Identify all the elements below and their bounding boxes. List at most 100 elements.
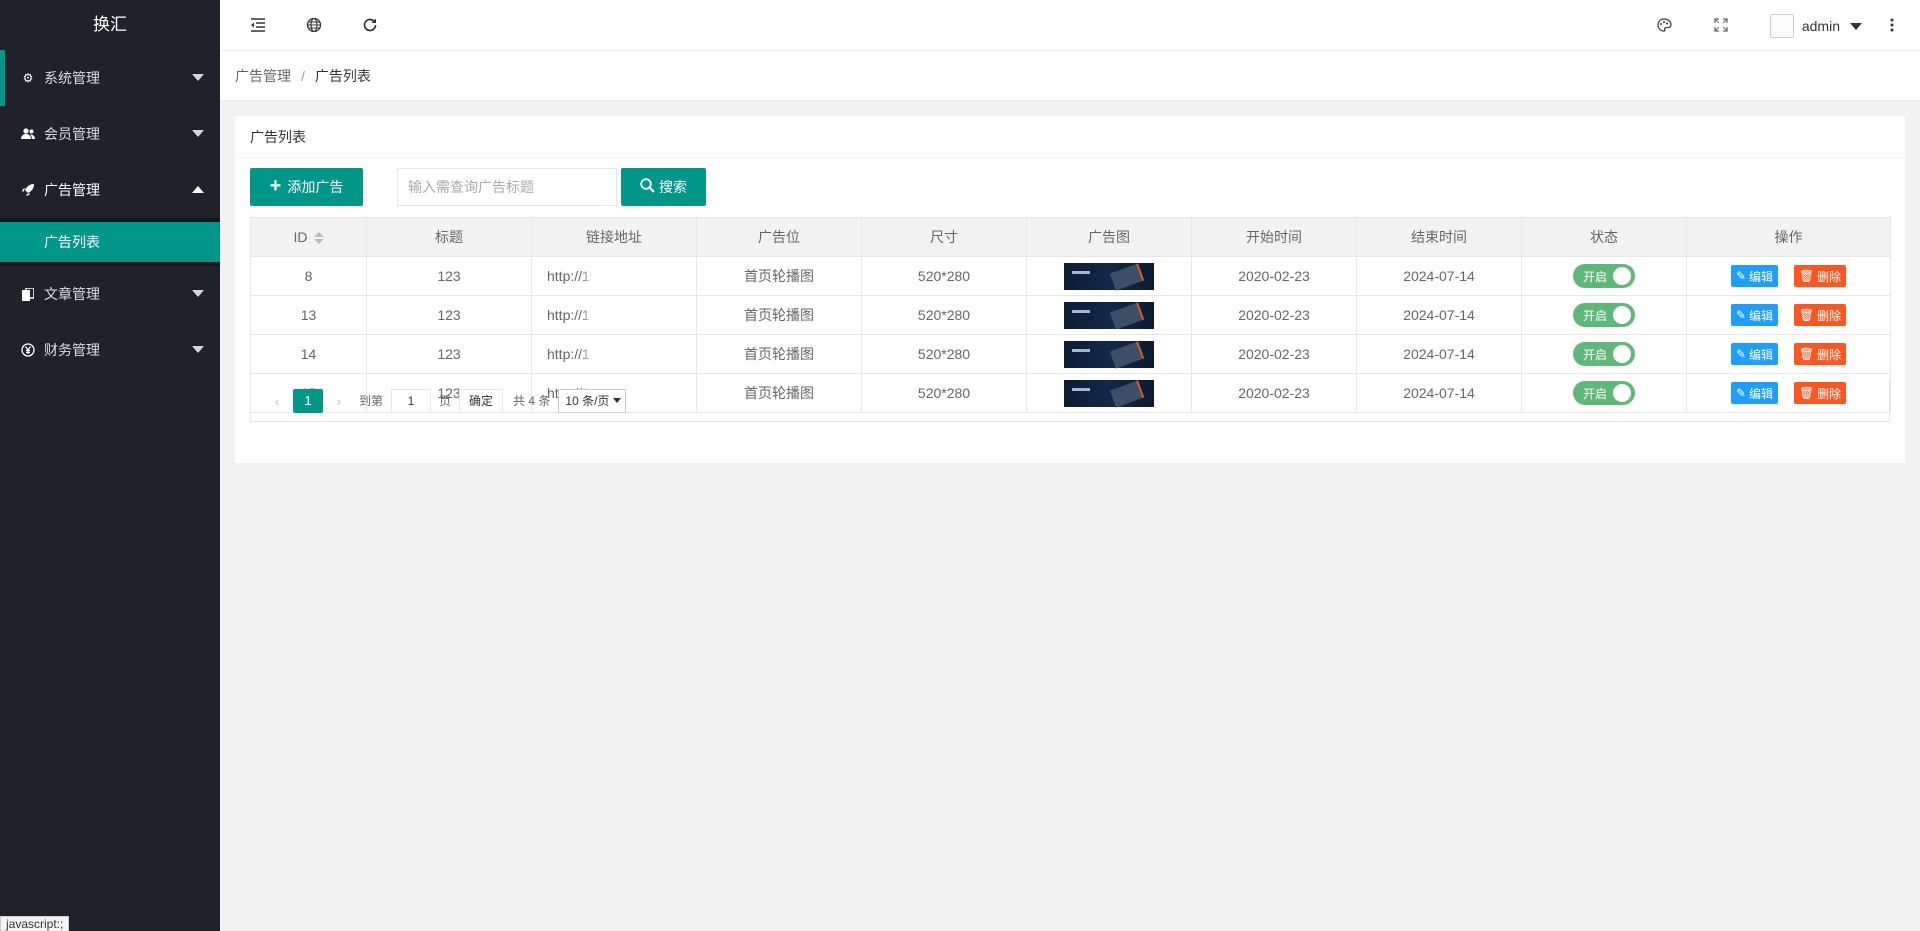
col-header-title: 标题: [366, 217, 532, 257]
menu-collapse-icon[interactable]: [248, 15, 268, 35]
username: admin: [1801, 18, 1840, 34]
status-toggle[interactable]: 开启: [1573, 264, 1635, 288]
pencil-icon: ✎: [1735, 308, 1746, 322]
edit-button[interactable]: ✎ 编辑: [1730, 265, 1778, 287]
sidebar-item-system[interactable]: ⚙ 系统管理: [0, 50, 220, 106]
goto-label: 到第: [359, 394, 384, 408]
cell-size: 520*280: [861, 295, 1027, 335]
col-header-position: 广告位: [696, 217, 862, 257]
app-logo: 换汇: [0, 0, 220, 50]
table-header-row: ID 标题 链接地址 广告位 尺寸 广告图 开始时间 结束时间 状态 操作: [250, 217, 1891, 257]
sidebar-item-label: 会员管理: [44, 126, 100, 142]
cell-status: 开启: [1521, 295, 1687, 335]
sidebar: 换汇 ⚙ 系统管理 会员管理 广告管理 广告列表 文章管理 财务管理: [0, 0, 220, 931]
refresh-icon[interactable]: [360, 15, 380, 35]
pagination: ‹ 1 › 到第 1 页 确定 共 4 条 10 条/页: [250, 380, 1890, 422]
submenu: 广告列表: [0, 218, 220, 262]
user-menu[interactable]: admin: [1769, 13, 1862, 39]
cell-title: 123: [366, 334, 532, 374]
status-toggle[interactable]: 开启: [1573, 303, 1635, 327]
col-header-end: 结束时间: [1356, 217, 1522, 257]
delete-button[interactable]: 🗑 删除: [1793, 304, 1847, 326]
search-icon: [640, 178, 655, 196]
search-button[interactable]: 搜索: [621, 168, 706, 206]
more-vertical-icon[interactable]: [1882, 15, 1902, 35]
add-ad-label: 添加广告: [287, 179, 344, 195]
sidebar-item-label: 系统管理: [44, 70, 100, 86]
chevron-down-icon: [192, 130, 204, 137]
cell-id: 13: [250, 295, 367, 335]
pencil-icon: ✎: [1735, 269, 1746, 283]
redaction-blur: [587, 261, 667, 292]
sidebar-item-label: 文章管理: [44, 286, 100, 302]
sidebar-item-articles[interactable]: 文章管理: [0, 266, 220, 322]
cell-size: 520*280: [861, 334, 1027, 374]
avatar: [1769, 14, 1794, 38]
plus-icon: +: [269, 175, 282, 197]
col-header-image: 广告图: [1026, 217, 1192, 257]
chevron-down-icon: [192, 74, 204, 81]
cell-url: http://1...: [531, 295, 697, 335]
globe-icon[interactable]: [304, 15, 324, 35]
card-title: 广告列表: [235, 116, 1905, 158]
fullscreen-icon[interactable]: [1711, 15, 1731, 35]
cell-image: [1026, 334, 1192, 374]
cell-url: http://192.168.1...: [531, 256, 697, 296]
cell-position: 首页轮播图: [696, 256, 862, 296]
cell-image: [1026, 256, 1192, 296]
add-ad-button[interactable]: + 添加广告: [250, 168, 363, 206]
pencil-icon: ✎: [1735, 347, 1746, 361]
col-header-url: 链接地址: [531, 217, 697, 257]
total-count: 共 4 条: [513, 394, 551, 408]
copy-icon: [20, 286, 36, 302]
toggle-knob: [1613, 345, 1631, 363]
cell-start: 2020-02-23: [1191, 256, 1357, 296]
delete-button[interactable]: 🗑 删除: [1793, 265, 1847, 287]
cell-actions: ✎ 编辑 🗑 删除: [1686, 256, 1891, 296]
page-current[interactable]: 1: [293, 388, 323, 413]
col-header-size: 尺寸: [861, 217, 1027, 257]
breadcrumb-separator: /: [301, 67, 305, 84]
cell-end: 2024-07-14: [1356, 334, 1522, 374]
sidebar-item-finance[interactable]: 财务管理: [0, 322, 220, 378]
breadcrumb-parent[interactable]: 广告管理: [235, 66, 291, 86]
search-input[interactable]: [397, 168, 617, 206]
cell-position: 首页轮播图: [696, 334, 862, 374]
cell-title: 123: [366, 295, 532, 335]
cell-actions: ✎ 编辑 🗑 删除: [1686, 295, 1891, 335]
sidebar-item-label: 财务管理: [44, 342, 100, 358]
per-page-select[interactable]: 10 条/页: [558, 388, 627, 413]
users-icon: [20, 126, 36, 142]
sidebar-item-label: 广告管理: [44, 182, 100, 198]
breadcrumb-current: 广告列表: [314, 67, 371, 84]
edit-button[interactable]: ✎ 编辑: [1730, 304, 1778, 326]
col-header-start: 开始时间: [1191, 217, 1357, 257]
col-header-id[interactable]: ID: [250, 217, 367, 257]
ad-thumbnail[interactable]: [1064, 340, 1154, 368]
goto-page-input[interactable]: 1: [391, 388, 432, 413]
table-row: 14 123 http://1... 首页轮播图 520*280 2020-02…: [250, 334, 1891, 374]
table-row: 13 123 http://1... 首页轮播图 520*280 2020-02…: [250, 295, 1891, 335]
prev-page-icon[interactable]: ‹: [265, 393, 289, 409]
next-page-icon[interactable]: ›: [327, 393, 351, 409]
ad-thumbnail[interactable]: [1064, 301, 1154, 329]
ad-thumbnail[interactable]: [1064, 262, 1154, 290]
cell-actions: ✎ 编辑 🗑 删除: [1686, 334, 1891, 374]
sidebar-item-members[interactable]: 会员管理: [0, 106, 220, 162]
yen-icon: [20, 342, 36, 358]
status-toggle[interactable]: 开启: [1573, 342, 1635, 366]
cell-status: 开启: [1521, 334, 1687, 374]
sidebar-subitem-ad-list[interactable]: 广告列表: [0, 222, 220, 262]
cell-end: 2024-07-14: [1356, 295, 1522, 335]
goto-confirm-button[interactable]: 确定: [459, 388, 504, 413]
edit-button[interactable]: ✎ 编辑: [1730, 343, 1778, 365]
toggle-knob: [1613, 267, 1631, 285]
theme-palette-icon[interactable]: [1654, 15, 1674, 35]
page-label: 页: [439, 394, 452, 408]
chevron-down-icon: [192, 346, 204, 353]
delete-button[interactable]: 🗑 删除: [1793, 343, 1847, 365]
chevron-down-icon: [192, 290, 204, 297]
cell-status: 开启: [1521, 256, 1687, 296]
sort-icon[interactable]: [313, 231, 324, 245]
sidebar-item-ads[interactable]: 广告管理: [0, 162, 220, 218]
